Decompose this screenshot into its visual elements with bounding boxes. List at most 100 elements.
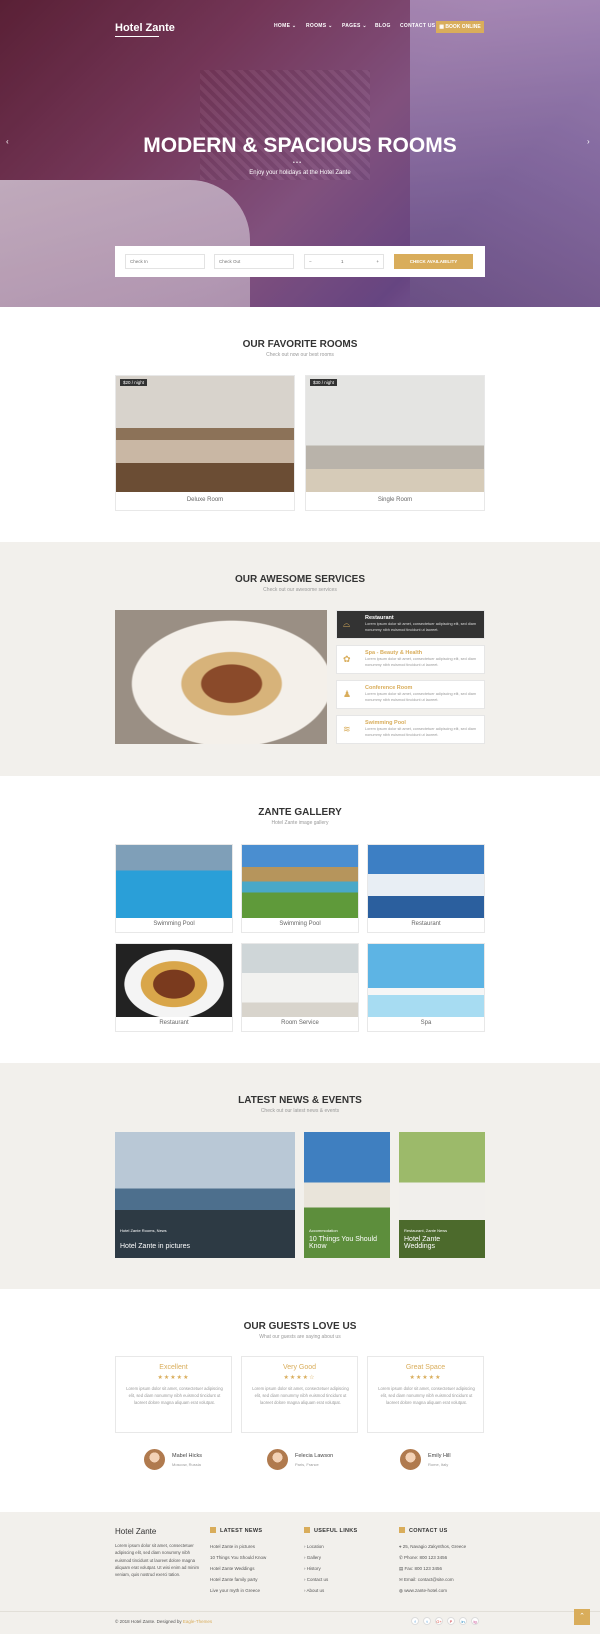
plus-button[interactable]: +	[376, 255, 379, 268]
rooms-title: OUR FAVORITE ROOMS	[242, 339, 358, 350]
footer-link[interactable]: › History	[304, 1566, 321, 1571]
twitter-icon[interactable]: t	[423, 1617, 431, 1625]
testimonial-heading: Great Space	[405, 1364, 446, 1371]
contact-fax: ▤ Fax: 800 123 3456	[399, 1566, 442, 1572]
room-name: Single Room	[377, 497, 413, 503]
news-card[interactable]: Restaurant, Zante News Hotel Zante Weddi…	[399, 1132, 485, 1258]
testimonial-text: Lorem ipsum dolor sit amet, consectetuer…	[252, 1386, 349, 1405]
contact-text: Fax: 800 123 3456	[404, 1566, 443, 1571]
news-card[interactable]: Accommodation 10 Things You Should Know	[304, 1132, 390, 1258]
footer-news-link[interactable]: Hotel Zante family party	[210, 1577, 258, 1582]
guest-location: Rome, Italy	[428, 1462, 449, 1467]
facebook-icon[interactable]: f	[411, 1617, 419, 1625]
news-title-text: 10 Things You Should Know	[309, 1236, 377, 1250]
designer-link[interactable]: Eagle-Themes	[183, 1619, 212, 1624]
nav-rooms[interactable]: ROOMS ⌄	[306, 23, 333, 29]
news-subtitle: Check out our latest news & events	[260, 1108, 340, 1114]
square-icon	[210, 1527, 216, 1533]
news-card[interactable]: Hotel Zante Rooms, News Hotel Zante in p…	[115, 1132, 295, 1258]
copyright-text: © 2018 Hotel Zante. Designed by	[115, 1619, 182, 1624]
book-online-button[interactable]: ▦ BOOK ONLINE	[436, 21, 484, 33]
services-subtitle: Check out our awesome services	[263, 587, 337, 593]
pinterest-icon[interactable]: P	[447, 1617, 455, 1625]
booking-form: − 1 + CHECK AVAILABILITY	[115, 246, 485, 277]
checkin-input[interactable]	[125, 254, 205, 269]
price-badge: $20 / night	[120, 379, 148, 386]
gallery-image	[116, 845, 232, 918]
gallery-caption: Swimming Pool	[153, 921, 195, 927]
guests-stepper[interactable]: − 1 +	[304, 254, 384, 269]
service-name: Conference Room	[365, 685, 413, 691]
news-title-text: Hotel Zante in pictures	[120, 1243, 191, 1250]
footer-link[interactable]: › About us	[304, 1588, 324, 1593]
service-name: Swimming Pool	[365, 720, 406, 726]
gallery-image	[242, 845, 358, 918]
nav-home-label: HOME	[274, 23, 291, 29]
star-rating: ★★★★☆	[283, 1375, 316, 1381]
footer-news-title: LATEST NEWS	[220, 1528, 263, 1534]
checkout-input[interactable]	[214, 254, 294, 269]
chevron-down-icon: ⌄	[291, 23, 297, 29]
footer-link-label: Gallery	[306, 1555, 322, 1560]
footer-news-link[interactable]: Hotel Zante Weddings	[210, 1566, 254, 1571]
footer-about: Lorem ipsum dolor sit amet, consectetuer…	[115, 1543, 200, 1578]
check-availability-button[interactable]: CHECK AVAILABILITY	[394, 254, 473, 269]
chevron-up-icon: ⌃	[579, 1613, 585, 1620]
instagram-icon[interactable]: ig	[471, 1617, 479, 1625]
gallery-item[interactable]: Spa	[367, 943, 485, 1032]
slider-dots[interactable]: • • •	[293, 160, 301, 166]
nav-home[interactable]: HOME ⌄	[274, 23, 296, 29]
copyright: © 2018 Hotel Zante. Designed by Eagle-Th…	[115, 1619, 212, 1624]
linkedin-icon[interactable]: in	[459, 1617, 467, 1625]
footer-divider	[0, 1611, 600, 1612]
contact-email[interactable]: ✉ Email: contact@site.com	[399, 1577, 454, 1583]
contact-website[interactable]: ◍ www.zante-hotel.com	[399, 1588, 447, 1594]
gallery-item[interactable]: Restaurant	[115, 943, 233, 1032]
footer-logo[interactable]: Hotel Zante	[115, 1527, 156, 1536]
nav-blog[interactable]: BLOG	[375, 23, 391, 29]
service-restaurant[interactable]: ⌓ Restaurant Lorem ipsum dolor sit amet,…	[336, 610, 485, 639]
minus-button[interactable]: −	[309, 259, 312, 264]
footer-news-link[interactable]: 10 Things You Should Know	[210, 1555, 266, 1560]
pool-icon: ≋	[343, 724, 351, 734]
service-spa[interactable]: ✿ Spa - Beauty & Health Lorem ipsum dolo…	[336, 645, 485, 674]
footer-news-link[interactable]: Live your myth in Greece	[210, 1588, 260, 1593]
footer-link[interactable]: › Contact us	[304, 1577, 328, 1582]
spa-icon: ✿	[343, 654, 351, 664]
service-image	[115, 610, 327, 744]
gallery-title: ZANTE GALLERY	[258, 807, 342, 818]
guest-name: Emily Hill	[428, 1453, 451, 1459]
room-card-deluxe[interactable]: $20 / night Deluxe Room	[115, 375, 295, 511]
testimonial-card: Excellent ★★★★★ Lorem ipsum dolor sit am…	[115, 1356, 232, 1433]
service-conference[interactable]: ♟ Conference Room Lorem ipsum dolor sit …	[336, 680, 485, 709]
scroll-top-button[interactable]: ⌃	[574, 1609, 590, 1625]
chevron-down-icon: ⌄	[362, 23, 367, 29]
gallery-caption: Restaurant	[411, 921, 441, 927]
gallery-item[interactable]: Swimming Pool	[241, 844, 359, 933]
footer-link[interactable]: › Gallery	[304, 1555, 321, 1560]
room-image	[306, 376, 484, 492]
nav-contact[interactable]: CONTACT US	[400, 23, 435, 29]
testimonial-text: Lorem ipsum dolor sit amet, consectetuer…	[378, 1386, 475, 1405]
room-card-single[interactable]: $30 / night Single Room	[305, 375, 485, 511]
testimonial-text: Lorem ipsum dolor sit amet, consectetuer…	[126, 1386, 223, 1405]
testimonial-heading: Excellent	[159, 1364, 188, 1371]
footer-contact-heading: CONTACT US	[399, 1527, 448, 1534]
book-online-label: BOOK ONLINE	[445, 24, 481, 30]
footer-link-label: Contact us	[306, 1577, 329, 1582]
gallery-caption: Spa	[420, 1020, 432, 1026]
service-pool[interactable]: ≋ Swimming Pool Lorem ipsum dolor sit am…	[336, 715, 485, 744]
gallery-image	[116, 944, 232, 1017]
gallery-image	[368, 944, 484, 1017]
square-icon	[399, 1527, 405, 1533]
gallery-item[interactable]: Swimming Pool	[115, 844, 233, 933]
footer-link[interactable]: › Location	[304, 1544, 324, 1549]
footer-news-link[interactable]: Hotel Zante in pictures	[210, 1544, 255, 1549]
site-logo[interactable]: Hotel Zante	[115, 22, 175, 37]
chevron-down-icon: ⌄	[328, 23, 333, 29]
footer-link-label: About us	[306, 1588, 325, 1593]
nav-pages[interactable]: PAGES ⌄	[342, 23, 367, 29]
google-plus-icon[interactable]: G+	[435, 1617, 443, 1625]
gallery-item[interactable]: Room Service	[241, 943, 359, 1032]
gallery-item[interactable]: Restaurant	[367, 844, 485, 933]
